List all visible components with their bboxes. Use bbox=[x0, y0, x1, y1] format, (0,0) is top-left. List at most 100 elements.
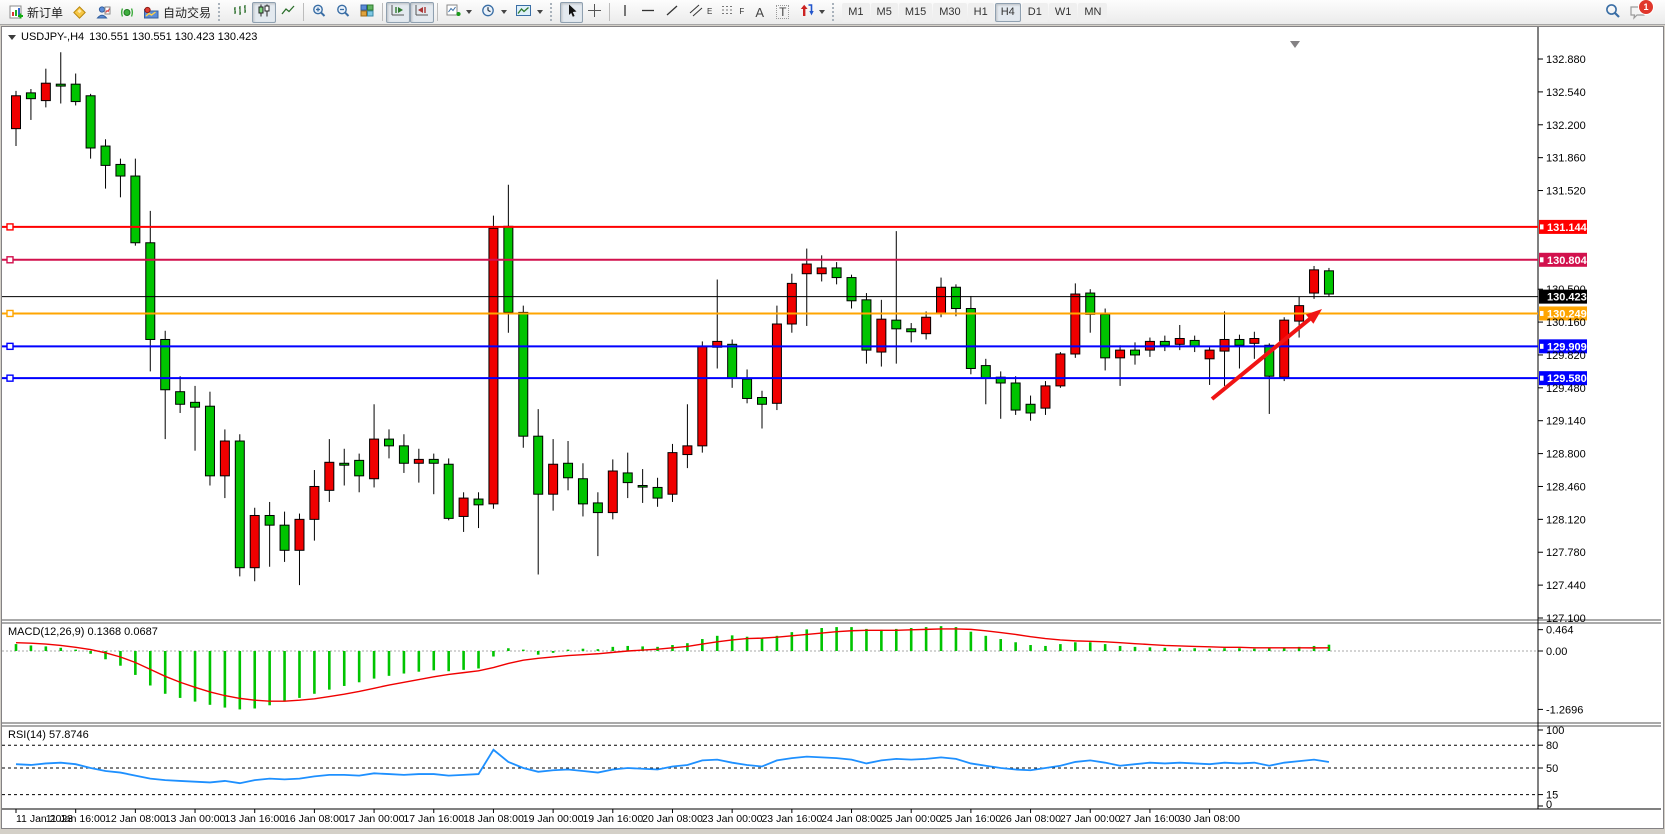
svg-text:131.520: 131.520 bbox=[1546, 186, 1586, 198]
periods-button[interactable] bbox=[476, 2, 511, 23]
channel-letter: E bbox=[707, 8, 712, 16]
svg-text:13 Jan 16:00: 13 Jan 16:00 bbox=[224, 813, 285, 825]
timeframe-button-H4[interactable]: H4 bbox=[995, 3, 1021, 22]
rsi-line bbox=[16, 750, 1329, 783]
svg-text:23 Jan 16:00: 23 Jan 16:00 bbox=[761, 813, 822, 825]
text-tool-button[interactable]: A bbox=[748, 2, 771, 23]
quotes-broadcast-button[interactable] bbox=[115, 2, 139, 23]
notifications-button[interactable]: 1 bbox=[1625, 2, 1651, 23]
channel-tool-button[interactable]: E bbox=[684, 2, 716, 23]
accounts-button[interactable] bbox=[91, 2, 115, 23]
toolbar-separator bbox=[437, 3, 438, 21]
svg-text:132.200: 132.200 bbox=[1546, 120, 1586, 132]
text-label-tool-button[interactable]: T bbox=[771, 2, 794, 23]
auto-scroll-icon bbox=[390, 3, 406, 21]
arrow-objects-icon bbox=[798, 3, 814, 21]
svg-text:19 Jan 00:00: 19 Jan 00:00 bbox=[523, 813, 584, 825]
tile-windows-button[interactable] bbox=[355, 2, 379, 23]
svg-text:26 Jan 08:00: 26 Jan 08:00 bbox=[1000, 813, 1061, 825]
dropdown-caret-icon bbox=[466, 10, 472, 14]
autotrading-button[interactable]: 自动交易 bbox=[139, 2, 215, 23]
timeframe-button-H1[interactable]: H1 bbox=[968, 3, 994, 22]
candlestick-chart-icon bbox=[256, 3, 272, 21]
user-chart-icon bbox=[95, 5, 111, 20]
svg-text:132.880: 132.880 bbox=[1546, 54, 1586, 66]
svg-text:30 Jan 08:00: 30 Jan 08:00 bbox=[1179, 813, 1240, 825]
gold-icon bbox=[71, 5, 87, 20]
autotrading-icon bbox=[143, 5, 160, 20]
svg-text:131.144: 131.144 bbox=[1547, 222, 1588, 234]
zoom-in-icon bbox=[311, 3, 327, 21]
svg-text:27 Jan 16:00: 27 Jan 16:00 bbox=[1120, 813, 1181, 825]
svg-text:25 Jan 16:00: 25 Jan 16:00 bbox=[941, 813, 1002, 825]
svg-text:20 Jan 08:00: 20 Jan 08:00 bbox=[642, 813, 703, 825]
crosshair-tool-button[interactable] bbox=[583, 2, 606, 23]
chart-shift-icon bbox=[414, 3, 430, 21]
dropdown-caret-icon bbox=[819, 10, 825, 14]
svg-text:80: 80 bbox=[1546, 740, 1558, 752]
svg-text:23 Jan 00:00: 23 Jan 00:00 bbox=[702, 813, 763, 825]
templates-button[interactable] bbox=[511, 2, 547, 23]
timeframe-button-M15[interactable]: M15 bbox=[899, 3, 932, 22]
chart-shift-button[interactable] bbox=[410, 2, 434, 23]
timeframe-button-M30[interactable]: M30 bbox=[933, 3, 966, 22]
zoom-out-button[interactable] bbox=[331, 2, 355, 23]
zoom-in-button[interactable] bbox=[307, 2, 331, 23]
macd-indicator-label: MACD(12,26,9) 0.1368 0.0687 bbox=[8, 626, 158, 638]
svg-text:27 Jan 00:00: 27 Jan 00:00 bbox=[1060, 813, 1121, 825]
chart-title: USDJPY-,H4 130.551 130.551 130.423 130.4… bbox=[8, 31, 257, 43]
vertical-line-tool-button[interactable] bbox=[613, 2, 636, 23]
svg-text:17 Jan 00:00: 17 Jan 00:00 bbox=[344, 813, 405, 825]
trend-arrow[interactable] bbox=[1212, 317, 1313, 399]
toolbar-grip bbox=[218, 3, 223, 21]
chart-candles-button[interactable] bbox=[252, 2, 276, 23]
timeframe-button-M1[interactable]: M1 bbox=[842, 3, 869, 22]
chat-bubble-icon: 1 bbox=[1629, 4, 1647, 20]
rsi-indicator-label: RSI(14) 57.8746 bbox=[8, 729, 89, 741]
fibonacci-icon bbox=[720, 3, 736, 21]
search-button[interactable] bbox=[1600, 2, 1625, 23]
svg-text:129.480: 129.480 bbox=[1546, 383, 1586, 395]
market-watch-button[interactable] bbox=[67, 2, 91, 23]
horizontal-line-tool-button[interactable] bbox=[636, 2, 660, 23]
zoom-out-icon bbox=[335, 3, 351, 21]
trendline-icon bbox=[664, 3, 680, 21]
add-indicator-icon bbox=[445, 3, 461, 21]
svg-text:132.540: 132.540 bbox=[1546, 87, 1586, 99]
chart-dropdown-icon[interactable] bbox=[8, 35, 16, 40]
bar-chart-icon bbox=[232, 3, 248, 21]
text-tool-icon: A bbox=[755, 6, 764, 19]
svg-text:128.800: 128.800 bbox=[1546, 449, 1586, 461]
timeframe-button-MN[interactable]: MN bbox=[1078, 3, 1107, 22]
chart-line-button[interactable] bbox=[276, 2, 300, 23]
macd-signal-line bbox=[16, 629, 1329, 701]
new-order-button[interactable]: 新订单 bbox=[4, 2, 67, 23]
svg-text:16 Jan 08:00: 16 Jan 08:00 bbox=[284, 813, 345, 825]
arrows-tool-button[interactable] bbox=[794, 2, 829, 23]
crosshair-icon bbox=[587, 3, 602, 21]
toolbar-separator bbox=[609, 3, 610, 21]
svg-text:130.804: 130.804 bbox=[1547, 255, 1588, 267]
chart-canvas[interactable]: 131.144130.804130.423130.249129.909129.5… bbox=[2, 27, 1661, 826]
workspace: USDJPY-,H4 130.551 130.551 130.423 130.4… bbox=[0, 25, 1665, 834]
clock-icon bbox=[480, 3, 496, 21]
dropdown-caret-icon bbox=[501, 10, 507, 14]
svg-text:129.820: 129.820 bbox=[1546, 350, 1586, 362]
chart-window: USDJPY-,H4 130.551 130.551 130.423 130.4… bbox=[1, 26, 1664, 829]
svg-text:19 Jan 16:00: 19 Jan 16:00 bbox=[582, 813, 643, 825]
indicators-button[interactable] bbox=[441, 2, 476, 23]
svg-text:128.120: 128.120 bbox=[1546, 514, 1586, 526]
svg-text:11 Jan 16:00: 11 Jan 16:00 bbox=[46, 813, 106, 825]
auto-scroll-button[interactable] bbox=[386, 2, 410, 23]
cursor-tool-button[interactable] bbox=[560, 2, 583, 23]
timeframe-button-W1[interactable]: W1 bbox=[1049, 3, 1078, 22]
timeframe-button-M5[interactable]: M5 bbox=[871, 3, 898, 22]
timeframe-button-D1[interactable]: D1 bbox=[1022, 3, 1048, 22]
search-icon bbox=[1604, 3, 1621, 22]
chart-bars-button[interactable] bbox=[228, 2, 252, 23]
fibonacci-tool-button[interactable]: F bbox=[716, 2, 748, 23]
trendline-tool-button[interactable] bbox=[660, 2, 684, 23]
toolbar: 新订单 自动交易 E F A T M1M5M15M30H1H4D1W1MN 1 bbox=[0, 0, 1665, 25]
chart-shift-marker bbox=[1290, 41, 1300, 48]
fibo-letter: F bbox=[739, 8, 744, 16]
